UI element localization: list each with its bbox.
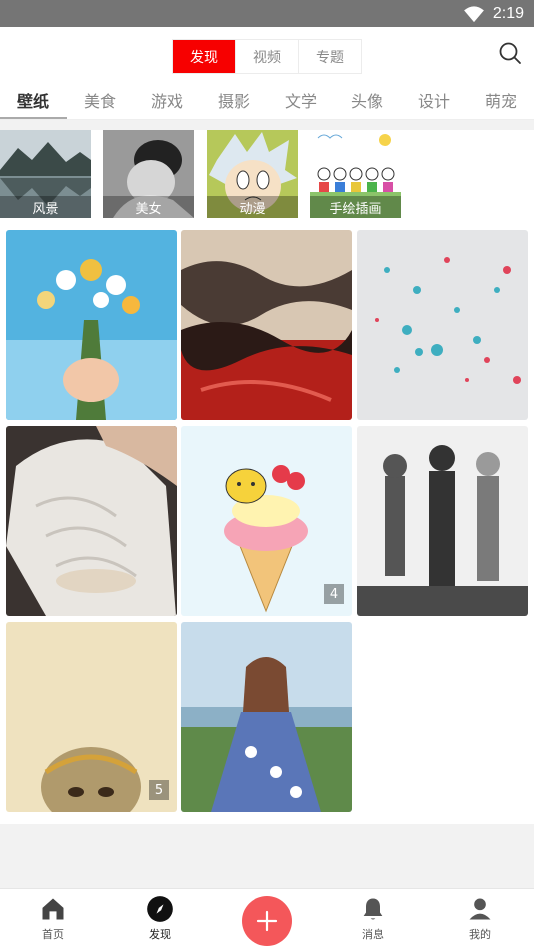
person-icon bbox=[469, 898, 491, 920]
image-woman-dress[interactable] bbox=[181, 622, 352, 812]
nav-messages[interactable]: 消息 bbox=[333, 895, 413, 942]
image-red-water[interactable] bbox=[181, 230, 352, 420]
image-monkey-king[interactable]: 5 bbox=[6, 622, 177, 812]
photo-count-badge: 4 bbox=[324, 584, 344, 604]
tile-label: 手绘插画 bbox=[310, 196, 401, 218]
photo-count-badge: 5 bbox=[149, 780, 169, 800]
tab-discover[interactable]: 发现 bbox=[173, 40, 235, 73]
subcategory-row: 风景 美女 动漫 手绘插画 bbox=[0, 130, 534, 220]
category-tab-food[interactable]: 美食 bbox=[84, 88, 116, 112]
nav-label: 消息 bbox=[362, 928, 384, 941]
tile-illustration[interactable]: 手绘插画 bbox=[310, 130, 401, 218]
bottom-nav: 首页 发现 消息 我的 bbox=[0, 888, 534, 949]
nav-label: 我的 bbox=[469, 928, 491, 941]
header: 发现 视频 专题 bbox=[0, 27, 534, 77]
page-background bbox=[0, 824, 534, 888]
category-tabs: 壁纸 美食 游戏 摄影 文学 头像 设计 萌宠 bbox=[0, 80, 534, 120]
status-time: 2:19 bbox=[492, 4, 524, 22]
nav-profile[interactable]: 我的 bbox=[440, 895, 520, 942]
plus-icon bbox=[256, 910, 278, 932]
add-button[interactable] bbox=[242, 896, 292, 946]
category-tab-literature[interactable]: 文学 bbox=[285, 88, 317, 112]
category-tab-wallpaper[interactable]: 壁纸 bbox=[17, 88, 49, 112]
image-dots[interactable] bbox=[357, 230, 528, 420]
image-anime-group[interactable] bbox=[357, 426, 528, 616]
image-grid: 4 5 bbox=[0, 220, 534, 824]
divider bbox=[0, 120, 534, 130]
tab-video[interactable]: 视频 bbox=[235, 40, 298, 73]
tab-topics[interactable]: 专题 bbox=[298, 40, 361, 73]
image-anime-man[interactable] bbox=[6, 426, 177, 616]
tile-anime[interactable]: 动漫 bbox=[207, 130, 298, 218]
status-bar: 2:19 bbox=[0, 0, 534, 27]
tile-label: 风景 bbox=[0, 196, 91, 218]
category-tab-avatar[interactable]: 头像 bbox=[351, 88, 383, 112]
top-segmented-control: 发现 视频 专题 bbox=[172, 39, 362, 74]
wifi-icon bbox=[463, 5, 484, 22]
tile-scenery[interactable]: 风景 bbox=[0, 130, 91, 218]
category-tab-design[interactable]: 设计 bbox=[418, 88, 450, 112]
nav-home[interactable]: 首页 bbox=[13, 895, 93, 942]
search-icon[interactable] bbox=[498, 41, 522, 65]
image-ice-cream[interactable]: 4 bbox=[181, 426, 352, 616]
category-tab-pets[interactable]: 萌宠 bbox=[485, 88, 517, 112]
nav-label: 首页 bbox=[42, 928, 64, 941]
tile-label: 动漫 bbox=[207, 196, 298, 218]
home-icon bbox=[42, 898, 64, 920]
tile-label: 美女 bbox=[103, 196, 194, 218]
category-tab-photography[interactable]: 摄影 bbox=[218, 88, 250, 112]
tile-beauty[interactable]: 美女 bbox=[103, 130, 194, 218]
image-flowers[interactable] bbox=[6, 230, 177, 420]
bell-icon bbox=[363, 898, 383, 920]
active-tab-indicator bbox=[0, 117, 67, 119]
nav-label: 发现 bbox=[149, 928, 171, 941]
compass-icon bbox=[147, 896, 173, 922]
category-tab-games[interactable]: 游戏 bbox=[151, 88, 183, 112]
nav-discover[interactable]: 发现 bbox=[120, 895, 200, 942]
